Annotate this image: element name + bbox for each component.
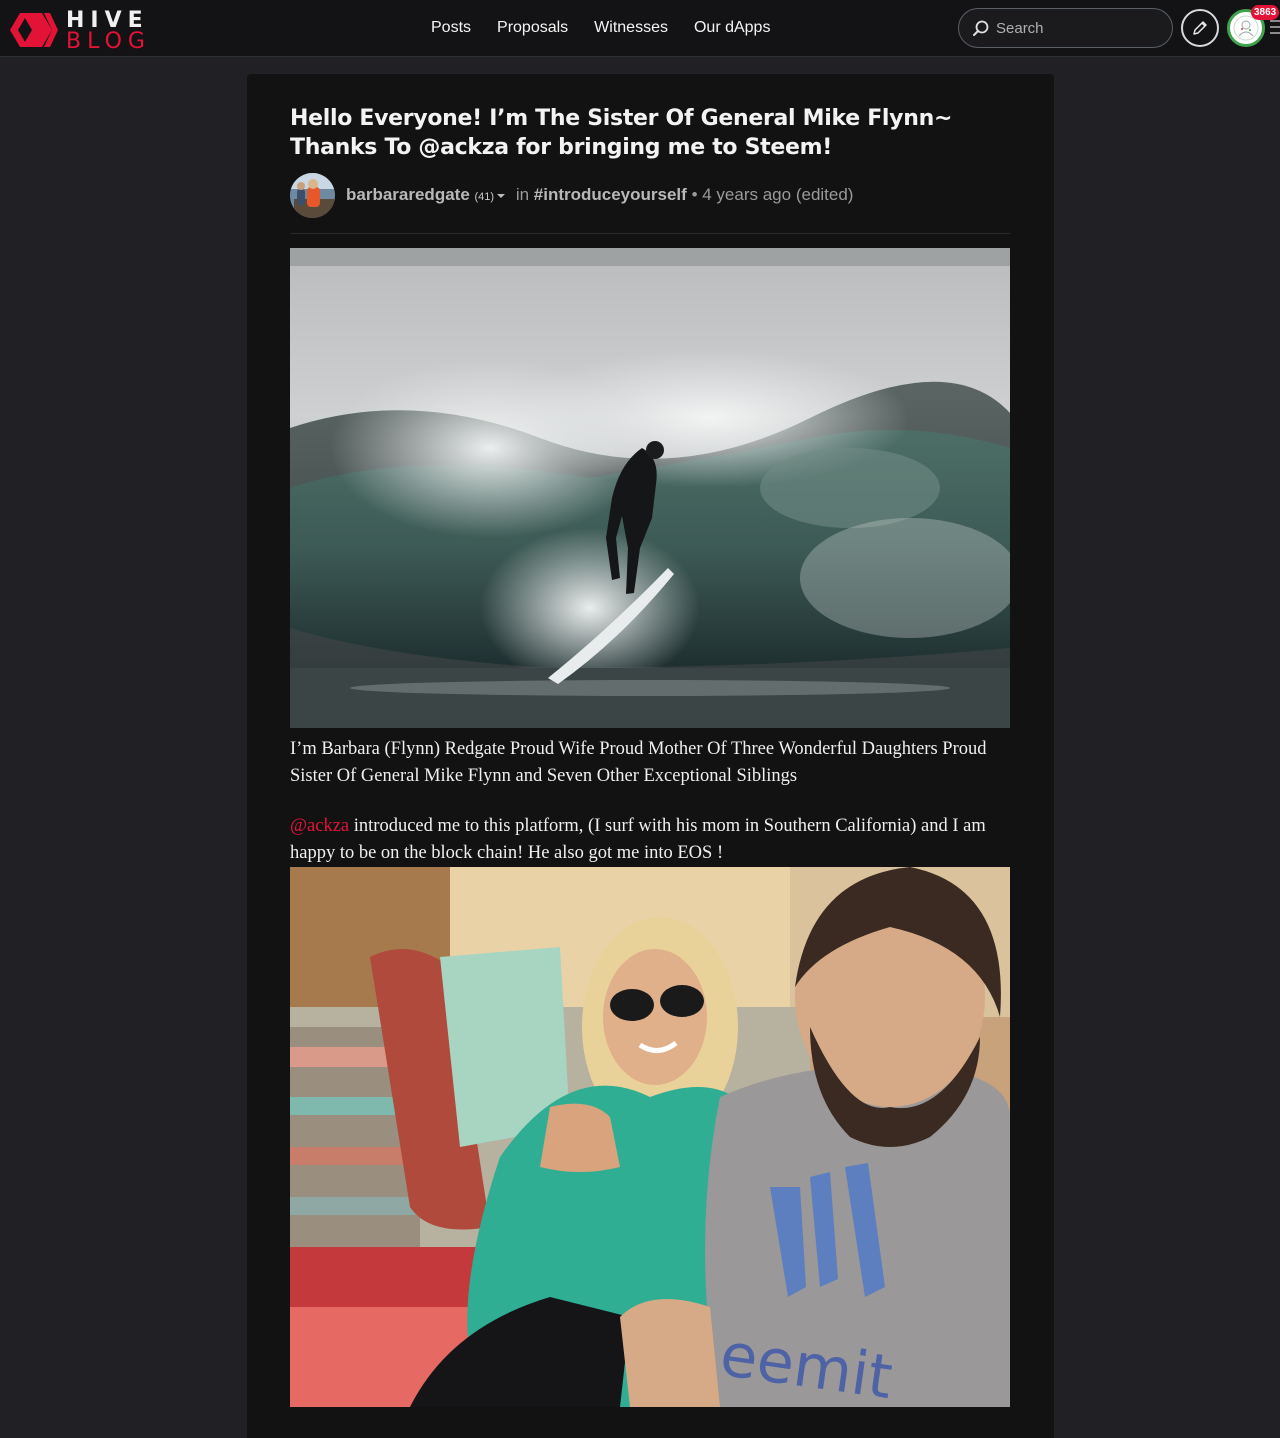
hamburger-menu-icon[interactable] (1270, 20, 1280, 36)
author-reputation: (41) (474, 191, 495, 203)
post-meta-text: barbararedgate (41) in #introduceyoursel… (346, 185, 853, 207)
author-dropdown-caret-icon[interactable] (497, 193, 506, 198)
author-photo (290, 173, 335, 218)
selfie-photo[interactable]: eemit (290, 867, 1010, 1407)
top-navbar: HIVE BLOG Posts Proposals Witnesses Our … (0, 0, 1280, 57)
search-icon (973, 20, 989, 36)
category-link[interactable]: #introduceyourself (534, 185, 687, 204)
edited-label: (edited) (795, 185, 854, 204)
logo-text-blog: BLOG (66, 29, 151, 54)
search-input[interactable] (996, 17, 1161, 39)
compose-post-button[interactable] (1181, 9, 1219, 47)
post-paragraph-platform-text: introduced me to this platform, (I surf … (290, 816, 986, 863)
post-paragraph-intro: I’m Barbara (Flynn) Redgate Proud Wife P… (290, 739, 987, 786)
author-avatar[interactable] (290, 173, 335, 218)
mention-link-ackza[interactable]: @ackza (290, 816, 349, 836)
nav-witnesses[interactable]: Witnesses (581, 18, 681, 38)
hive-blog-logo[interactable]: HIVE BLOG (8, 6, 158, 54)
in-label: in (515, 185, 530, 204)
hive-logo-icon (10, 13, 58, 47)
nav-posts[interactable]: Posts (418, 18, 484, 38)
notification-badge[interactable]: 3863 (1251, 5, 1280, 20)
nav-proposals[interactable]: Proposals (484, 18, 581, 38)
post-paragraph-platform: @ackza introduced me to this platform, (… (290, 813, 1020, 867)
post-title: Hello Everyone! I’m The Sister Of Genera… (290, 106, 953, 160)
surfer-photo[interactable] (290, 248, 1010, 728)
post-card: Hello Everyone! I’m The Sister Of Genera… (247, 74, 1054, 1438)
search-box[interactable] (958, 8, 1173, 48)
meta-separator: • (691, 185, 698, 204)
pencil-icon (1193, 21, 1207, 35)
meta-divider (290, 233, 1010, 234)
post-meta: barbararedgate (41) in #introduceyoursel… (290, 173, 1010, 218)
nav-our-dapps[interactable]: Our dApps (681, 18, 783, 38)
post-time: 4 years ago (702, 185, 792, 204)
author-name-link[interactable]: barbararedgate (346, 185, 470, 204)
main-nav: Posts Proposals Witnesses Our dApps (418, 18, 783, 38)
